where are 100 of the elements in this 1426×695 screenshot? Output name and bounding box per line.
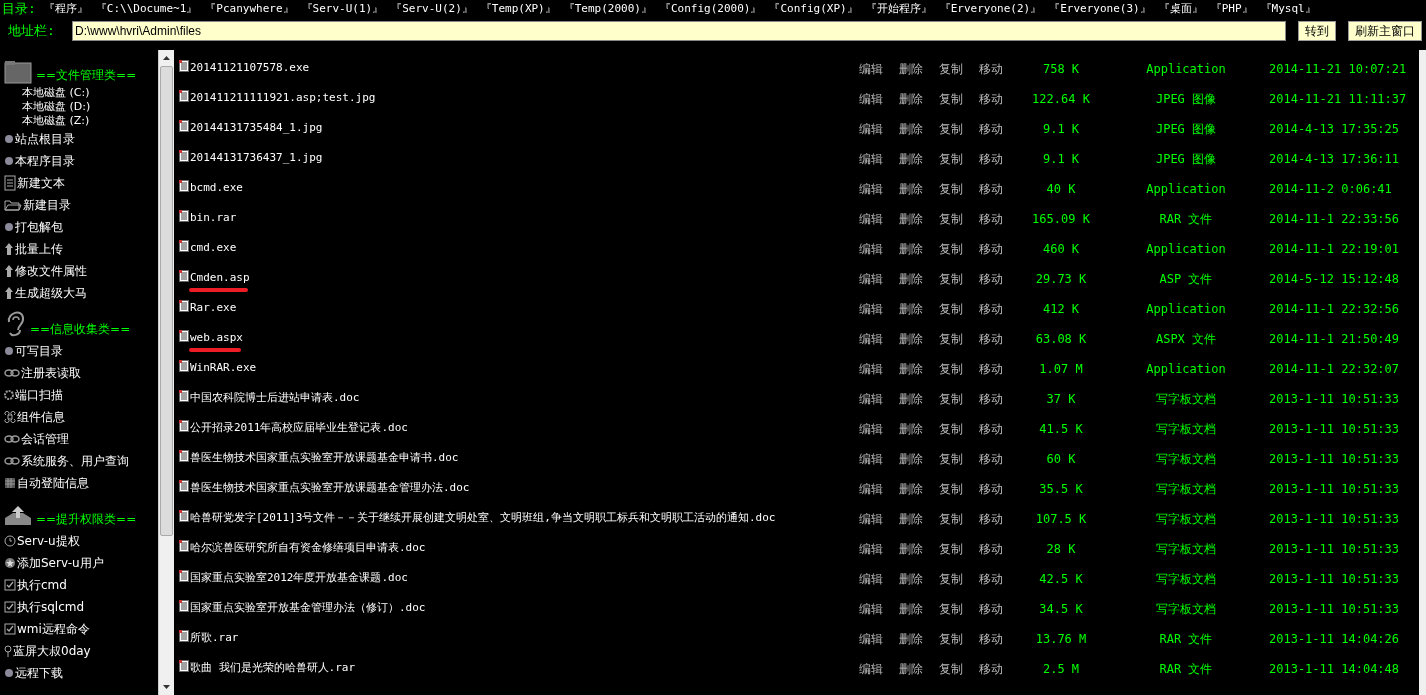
sidebar-link[interactable]: 批量上传 bbox=[15, 240, 63, 258]
action-link[interactable]: 删除 bbox=[899, 90, 939, 108]
action-link[interactable]: 移动 bbox=[979, 270, 1019, 288]
sidebar-link[interactable]: 自动登陆信息 bbox=[17, 474, 89, 492]
file-name[interactable]: 哈兽研党发字[2011]3号文件－－关于继续开展创建文明处室、文明班组,争当文明职工标兵和文明职工活动的通知.doc bbox=[190, 510, 776, 527]
action-link[interactable]: 删除 bbox=[899, 540, 939, 558]
sidebar-link[interactable]: 站点根目录 bbox=[15, 130, 75, 148]
address-field[interactable]: D:\www\hvri\Admin\files bbox=[72, 21, 1286, 41]
action-link[interactable]: 编辑 bbox=[859, 540, 899, 558]
action-link[interactable]: 移动 bbox=[979, 330, 1019, 348]
action-link[interactable]: 编辑 bbox=[859, 210, 899, 228]
action-link[interactable]: 移动 bbox=[979, 300, 1019, 318]
action-link[interactable]: 删除 bbox=[899, 150, 939, 168]
action-link[interactable]: 移动 bbox=[979, 540, 1019, 558]
action-link[interactable]: 删除 bbox=[899, 600, 939, 618]
drive-link[interactable]: 本地磁盘 (D:) bbox=[4, 100, 158, 114]
sidebar-link[interactable]: 本程序目录 bbox=[15, 152, 75, 170]
action-link[interactable]: 编辑 bbox=[859, 60, 899, 78]
action-link[interactable]: 删除 bbox=[899, 420, 939, 438]
sidebar-link[interactable]: 执行cmd bbox=[17, 576, 67, 594]
file-name[interactable]: 20144131736437_1.jpg bbox=[190, 150, 323, 167]
action-link[interactable]: 复制 bbox=[939, 480, 979, 498]
action-link[interactable]: 编辑 bbox=[859, 510, 899, 528]
action-link[interactable]: 删除 bbox=[899, 240, 939, 258]
directory-link[interactable]: 『Mysql』 bbox=[1260, 0, 1316, 18]
action-link[interactable]: 删除 bbox=[899, 390, 939, 408]
sidebar-link[interactable]: 端口扫描 bbox=[15, 386, 63, 404]
action-link[interactable]: 删除 bbox=[899, 60, 939, 78]
file-name[interactable]: 所歌.rar bbox=[190, 630, 239, 647]
action-link[interactable]: 编辑 bbox=[859, 150, 899, 168]
action-link[interactable]: 删除 bbox=[899, 570, 939, 588]
action-link[interactable]: 删除 bbox=[899, 270, 939, 288]
action-link[interactable]: 删除 bbox=[899, 330, 939, 348]
action-link[interactable]: 移动 bbox=[979, 180, 1019, 198]
directory-link[interactable]: 『开始程序』 bbox=[865, 0, 932, 18]
action-link[interactable]: 移动 bbox=[979, 150, 1019, 168]
action-link[interactable]: 复制 bbox=[939, 210, 979, 228]
action-link[interactable]: 删除 bbox=[899, 180, 939, 198]
sidebar-link[interactable]: 添加Serv-u用户 bbox=[17, 554, 104, 572]
directory-link[interactable]: 『C:\\Docume~1』 bbox=[95, 0, 198, 18]
address-button[interactable]: 转到 bbox=[1298, 21, 1336, 41]
directory-link[interactable]: 『Temp(XP)』 bbox=[480, 0, 556, 18]
scrollbar[interactable] bbox=[1419, 50, 1426, 695]
action-link[interactable]: 复制 bbox=[939, 60, 979, 78]
file-name[interactable]: 公开招录2011年高校应届毕业生登记表.doc bbox=[190, 420, 408, 437]
file-name[interactable]: Cmden.asp bbox=[190, 270, 250, 287]
sidebar-link[interactable]: 打包解包 bbox=[15, 218, 63, 236]
action-link[interactable]: 移动 bbox=[979, 210, 1019, 228]
action-link[interactable]: 复制 bbox=[939, 270, 979, 288]
file-name[interactable]: 歌曲 我们是光荣的哈兽研人.rar bbox=[190, 660, 356, 677]
sidebar-link[interactable]: 蓝屏大叔0day bbox=[13, 642, 91, 660]
action-link[interactable]: 移动 bbox=[979, 570, 1019, 588]
file-name[interactable]: 201411211111921.asp;test.jpg bbox=[190, 90, 376, 107]
file-name[interactable]: bin.rar bbox=[190, 210, 237, 227]
sidebar-link[interactable]: 新建文本 bbox=[17, 174, 65, 192]
action-link[interactable]: 移动 bbox=[979, 60, 1019, 78]
drive-link[interactable]: 本地磁盘 (C:) bbox=[4, 86, 158, 100]
directory-link[interactable]: 『程序』 bbox=[43, 0, 88, 18]
file-name[interactable]: 20141121107578.exe bbox=[190, 60, 310, 77]
action-link[interactable]: 复制 bbox=[939, 600, 979, 618]
action-link[interactable]: 编辑 bbox=[859, 660, 899, 678]
action-link[interactable]: 移动 bbox=[979, 630, 1019, 648]
action-link[interactable]: 复制 bbox=[939, 150, 979, 168]
action-link[interactable]: 编辑 bbox=[859, 90, 899, 108]
directory-link[interactable]: 『Temp(2000)』 bbox=[563, 0, 652, 18]
file-name[interactable]: bcmd.exe bbox=[190, 180, 243, 197]
action-link[interactable]: 编辑 bbox=[859, 330, 899, 348]
action-link[interactable]: 移动 bbox=[979, 90, 1019, 108]
action-link[interactable]: 编辑 bbox=[859, 390, 899, 408]
action-link[interactable]: 复制 bbox=[939, 180, 979, 198]
action-link[interactable]: 复制 bbox=[939, 300, 979, 318]
directory-link[interactable]: 『Config(XP)』 bbox=[769, 0, 858, 18]
action-link[interactable]: 移动 bbox=[979, 390, 1019, 408]
action-link[interactable]: 删除 bbox=[899, 120, 939, 138]
action-link[interactable]: 编辑 bbox=[859, 240, 899, 258]
sidebar-link[interactable]: 组件信息 bbox=[17, 408, 65, 426]
action-link[interactable]: 删除 bbox=[899, 480, 939, 498]
directory-link[interactable]: 『Config(2000)』 bbox=[660, 0, 762, 18]
action-link[interactable]: 编辑 bbox=[859, 420, 899, 438]
action-link[interactable]: 复制 bbox=[939, 240, 979, 258]
action-link[interactable]: 删除 bbox=[899, 630, 939, 648]
action-link[interactable]: 移动 bbox=[979, 660, 1019, 678]
file-name[interactable]: 国家重点实验室开放基金管理办法（修订）.doc bbox=[190, 600, 426, 617]
file-name[interactable]: WinRAR.exe bbox=[190, 360, 257, 377]
file-name[interactable]: Rar.exe bbox=[190, 300, 237, 317]
action-link[interactable]: 复制 bbox=[939, 420, 979, 438]
action-link[interactable]: 复制 bbox=[939, 390, 979, 408]
action-link[interactable]: 删除 bbox=[899, 450, 939, 468]
sidebar-link[interactable]: Serv-u提权 bbox=[17, 532, 80, 550]
action-link[interactable]: 复制 bbox=[939, 630, 979, 648]
file-name[interactable]: 兽医生物技术国家重点实验室开放课题基金管理办法.doc bbox=[190, 480, 470, 497]
address-button[interactable]: 刷新主窗口 bbox=[1348, 21, 1422, 41]
action-link[interactable]: 复制 bbox=[939, 330, 979, 348]
action-link[interactable]: 移动 bbox=[979, 600, 1019, 618]
action-link[interactable]: 编辑 bbox=[859, 270, 899, 288]
directory-link[interactable]: 『PHP』 bbox=[1210, 0, 1253, 18]
sidebar-link[interactable]: 新建目录 bbox=[23, 196, 71, 214]
sidebar-link[interactable]: 会话管理 bbox=[21, 430, 69, 448]
action-link[interactable]: 删除 bbox=[899, 300, 939, 318]
file-name[interactable]: 兽医生物技术国家重点实验室开放课题基金申请书.doc bbox=[190, 450, 459, 467]
